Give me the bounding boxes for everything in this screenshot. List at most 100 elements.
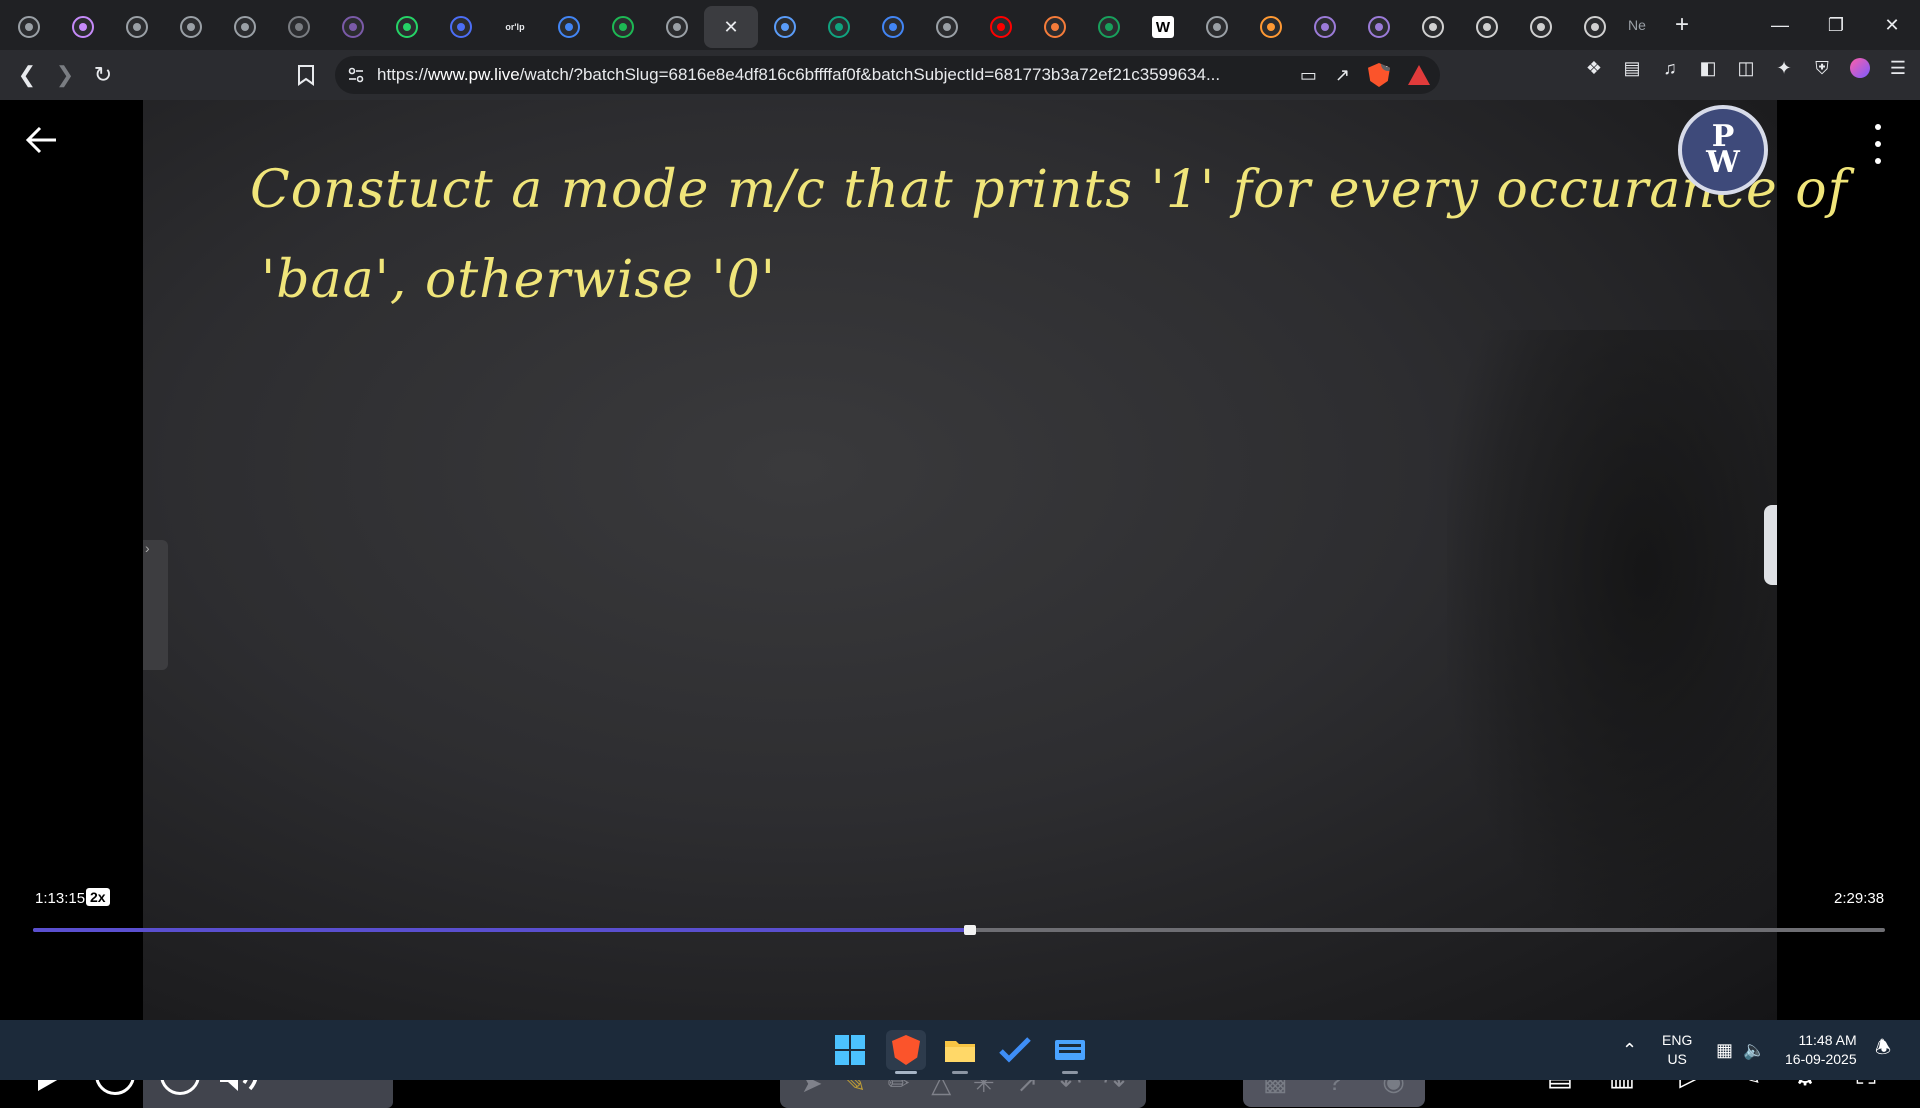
url-text[interactable]: https://www.pw.live/watch/?batchSlug=681…	[377, 65, 1257, 85]
browser-tab[interactable]	[1082, 6, 1136, 48]
browser-tab[interactable]	[1352, 6, 1406, 48]
browser-tab[interactable]	[110, 6, 164, 48]
left-panel-handle[interactable]: ›	[143, 540, 168, 670]
back-button[interactable]: ❮	[8, 56, 46, 94]
pw-logo: P W	[1678, 105, 1768, 195]
more-options-icon[interactable]	[1868, 124, 1888, 164]
google-icon	[558, 16, 580, 38]
share-icon[interactable]: ↗	[1335, 65, 1350, 86]
system-tray-icons[interactable]: ▦ 🔈	[1716, 1020, 1765, 1080]
browser-tab[interactable]	[1568, 6, 1622, 48]
purple-circle-icon	[342, 16, 364, 38]
browser-tab[interactable]	[596, 6, 650, 48]
browser-tab[interactable]	[1190, 6, 1244, 48]
taskbar-brave-browser[interactable]	[886, 1030, 926, 1074]
browser-tab[interactable]: ✕	[704, 6, 758, 48]
google-icon	[882, 16, 904, 38]
browser-tab[interactable]: W	[1136, 6, 1190, 48]
input-language[interactable]: ENG US	[1662, 1020, 1692, 1080]
browser-tab[interactable]	[326, 6, 380, 48]
reload-button[interactable]: ↻	[84, 56, 122, 94]
language-code: ENG	[1662, 1032, 1693, 1048]
doc-icon	[1422, 16, 1444, 38]
brave-icon	[892, 1035, 920, 1065]
video-player: Constuct a mode m/c that prints '1' for …	[0, 100, 1920, 1108]
reload-icon: ↻	[93, 62, 113, 87]
browser-tab[interactable]	[974, 6, 1028, 48]
right-panel-handle[interactable]	[1764, 505, 1777, 585]
clock[interactable]: 11:48 AM 16-09-2025	[1785, 1020, 1857, 1080]
browser-tab[interactable]	[866, 6, 920, 48]
browser-tab[interactable]	[2, 6, 56, 48]
playback-speed-badge[interactable]: 2x	[86, 888, 110, 906]
circle-icon	[126, 16, 148, 38]
reader-mode-icon[interactable]: ▤	[1620, 56, 1644, 80]
browser-tab[interactable]	[272, 6, 326, 48]
extensions-icon[interactable]: ❖	[1582, 56, 1606, 80]
youtube-icon	[990, 16, 1012, 38]
close-icon[interactable]: ✕	[723, 17, 738, 38]
vpn-shield-icon[interactable]: ⛨	[1810, 56, 1834, 80]
board-text-line1: Constuct a mode m/c that prints '1' for …	[250, 160, 1848, 220]
notification-bell-icon[interactable]: 🕭	[1875, 1020, 1891, 1080]
taskbar-touch-keyboard[interactable]	[1050, 1030, 1090, 1074]
browser-tab[interactable]	[1406, 6, 1460, 48]
address-bar[interactable]: https://www.pw.live/watch/?batchSlug=681…	[335, 56, 1440, 94]
new-tab-button[interactable]: +	[1662, 11, 1702, 39]
tab-strip: or'lp ✕ W Ne +	[0, 0, 1920, 50]
minimize-button[interactable]: —	[1752, 0, 1808, 50]
sidebar-icon[interactable]: ◧	[1696, 56, 1720, 80]
profile-avatar-icon[interactable]	[1848, 56, 1872, 80]
menu-icon[interactable]: ☰	[1886, 56, 1910, 80]
seek-bar-thumb[interactable]	[964, 925, 977, 935]
running-indicator	[952, 1071, 968, 1074]
media-music-icon[interactable]: ♫	[1658, 56, 1682, 80]
browser-tab[interactable]	[542, 6, 596, 48]
browser-tab[interactable]	[380, 6, 434, 48]
site-settings-icon[interactable]	[347, 66, 365, 84]
speaker-icon: 🔈	[1743, 1039, 1766, 1060]
running-indicator	[1062, 1071, 1078, 1074]
browser-tab[interactable]: or'lp	[488, 6, 542, 48]
browser-tab[interactable]	[650, 6, 704, 48]
tray-overflow-chevron-icon[interactable]: ⌃	[1622, 1020, 1637, 1080]
browser-tab[interactable]	[218, 6, 272, 48]
keyboard-layout: US	[1667, 1051, 1687, 1067]
ws-icon	[234, 16, 256, 38]
browser-tab[interactable]	[1514, 6, 1568, 48]
restore-button[interactable]: ❐	[1808, 0, 1864, 50]
frame-icon	[936, 16, 958, 38]
leo-ai-icon[interactable]: ✦	[1772, 56, 1796, 80]
seek-bar[interactable]	[33, 925, 1885, 935]
close-window-button[interactable]: ✕	[1864, 0, 1920, 50]
browser-tab[interactable]	[812, 6, 866, 48]
browser-tab[interactable]	[164, 6, 218, 48]
partial-tab-label[interactable]: Ne	[1622, 17, 1662, 33]
browser-tab[interactable]	[920, 6, 974, 48]
cast-icon[interactable]: ▭	[1300, 65, 1317, 86]
browser-tab[interactable]	[1298, 6, 1352, 48]
wallet-icon[interactable]: ◫	[1734, 56, 1758, 80]
purple-badge-icon	[1314, 16, 1336, 38]
brave-rewards-icon[interactable]	[1408, 65, 1430, 85]
browser-tab[interactable]	[1460, 6, 1514, 48]
browser-tab[interactable]	[434, 6, 488, 48]
taskbar-todo-app[interactable]	[995, 1030, 1035, 1070]
browser-tab[interactable]	[1028, 6, 1082, 48]
chevron-right-icon: ❯	[55, 62, 75, 87]
globe-icon	[1206, 16, 1228, 38]
browser-tab[interactable]	[758, 6, 812, 48]
windows-logo-icon	[835, 1035, 865, 1065]
brave-shields-icon[interactable]: 1	[1368, 63, 1390, 87]
video-frame[interactable]: Constuct a mode m/c that prints '1' for …	[143, 100, 1847, 1020]
wikipedia-icon: W	[1152, 16, 1174, 38]
taskbar-file-explorer[interactable]	[940, 1030, 980, 1074]
browser-tab[interactable]	[1244, 6, 1298, 48]
start-button[interactable]	[830, 1030, 870, 1070]
back-arrow-icon[interactable]	[22, 120, 62, 160]
shield-icon	[450, 16, 472, 38]
forward-button[interactable]: ❯	[46, 56, 84, 94]
copilot-icon	[828, 16, 850, 38]
browser-tab[interactable]	[56, 6, 110, 48]
bookmark-button[interactable]	[287, 56, 325, 94]
